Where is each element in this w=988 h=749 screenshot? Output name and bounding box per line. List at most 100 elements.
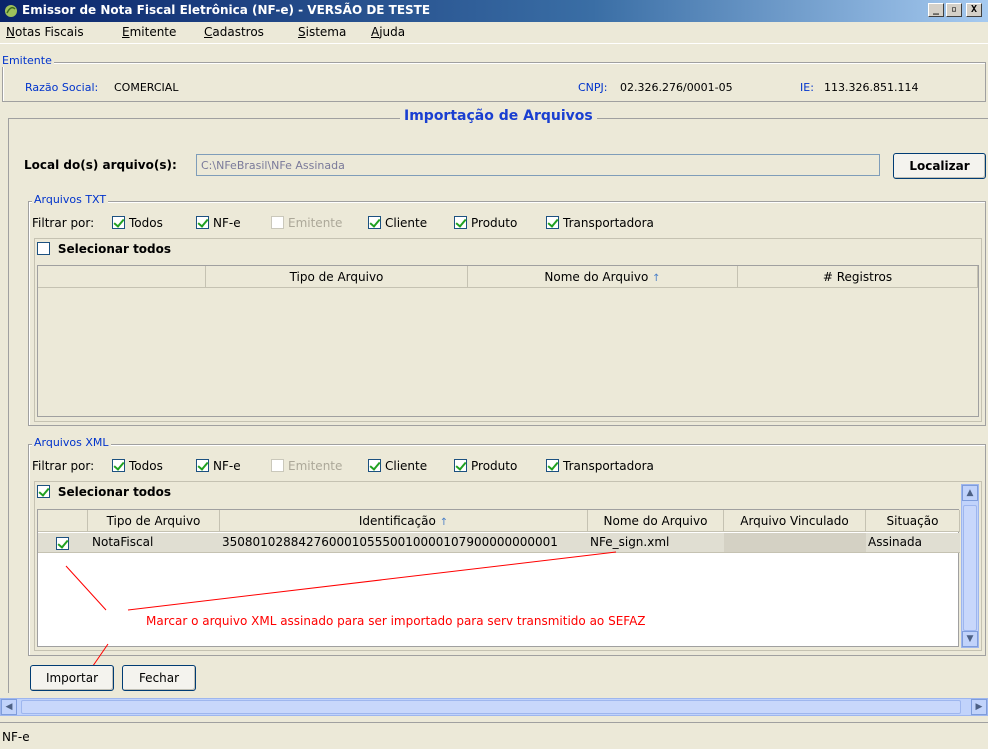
- horizontal-scrollbar[interactable]: ◀ ▶: [0, 698, 988, 716]
- maximize-button[interactable]: ▫: [946, 3, 962, 17]
- cnpj-value: 02.326.276/0001-05: [620, 81, 733, 94]
- xml-select-all-label: Selecionar todos: [57, 484, 172, 499]
- xml-col-tipo[interactable]: Tipo de Arquivo: [88, 510, 220, 532]
- menu-ajuda[interactable]: Ajuda: [371, 25, 405, 39]
- filter-label: Cliente: [385, 215, 428, 230]
- importar-button[interactable]: Importar: [30, 665, 114, 691]
- sort-arrow-up-icon: ↑: [439, 517, 449, 528]
- txt-filter-label: Filtrar por:: [32, 216, 95, 230]
- checkbox[interactable]: [454, 459, 467, 472]
- cnpj-label: CNPJ:: [578, 81, 608, 94]
- txt-col-check[interactable]: [38, 266, 206, 288]
- filter-label: Todos: [129, 215, 163, 230]
- xml-col-identificacao[interactable]: Identificação ↑: [220, 510, 588, 532]
- xml-filter-emitente: Emitente: [271, 458, 342, 473]
- menu-sistema[interactable]: Sistema: [298, 25, 346, 39]
- scroll-thumb[interactable]: [963, 505, 977, 631]
- checkbox[interactable]: [546, 459, 559, 472]
- filter-label: Cliente: [385, 458, 428, 473]
- txt-col-nome[interactable]: Nome do Arquivo ↑: [468, 266, 738, 288]
- xml-select-all-checkbox[interactable]: [37, 485, 50, 498]
- txt-filter-emitente: Emitente: [271, 215, 342, 230]
- xml-col-vinculado[interactable]: Arquivo Vinculado: [724, 510, 866, 532]
- localizar-button[interactable]: Localizar: [893, 153, 986, 179]
- scroll-left-icon[interactable]: ◀: [1, 699, 17, 715]
- xml-filter-cliente[interactable]: Cliente: [368, 458, 427, 473]
- txt-select-all-label: Selecionar todos: [57, 241, 172, 256]
- annotation-text: Marcar o arquivo XML assinado para ser i…: [146, 614, 646, 628]
- filter-label: NF-e: [213, 215, 241, 230]
- filter-label: Produto: [471, 215, 518, 230]
- menu-notas-fiscais[interactable]: Notas Fiscais: [6, 25, 84, 39]
- txt-filter-cliente[interactable]: Cliente: [368, 215, 427, 230]
- row-identificacao: 3508010288427600010555001000010790000000…: [222, 535, 558, 549]
- close-button[interactable]: X: [966, 3, 982, 17]
- ie-label: IE:: [800, 81, 814, 94]
- xml-col-check[interactable]: [38, 510, 88, 532]
- app-leaf-icon: [5, 5, 17, 17]
- xml-col-nome[interactable]: Nome do Arquivo: [588, 510, 724, 532]
- filter-label: Transportadora: [563, 215, 654, 230]
- xml-select-all[interactable]: Selecionar todos: [37, 484, 171, 499]
- txt-filter-todos[interactable]: Todos: [112, 215, 163, 230]
- row-tipo: NotaFiscal: [92, 535, 154, 549]
- checkbox[interactable]: [368, 459, 381, 472]
- xml-filter-nf-e[interactable]: NF-e: [196, 458, 241, 473]
- txt-filter-transportadora[interactable]: Transportadora: [546, 215, 654, 230]
- txt-select-all[interactable]: Selecionar todos: [37, 241, 171, 256]
- xml-filter-todos[interactable]: Todos: [112, 458, 163, 473]
- status-bar: NF-e: [0, 722, 988, 749]
- txt-filter-nf-e[interactable]: NF-e: [196, 215, 241, 230]
- xml-filter-label: Filtrar por:: [32, 459, 95, 473]
- razao-social-value: COMERCIAL: [114, 81, 179, 94]
- xml-col-situacao[interactable]: Situação: [866, 510, 960, 532]
- checkbox[interactable]: [112, 216, 125, 229]
- razao-social-label: Razão Social:: [25, 81, 99, 94]
- xml-filter-produto[interactable]: Produto: [454, 458, 517, 473]
- row-nome: NFe_sign.xml: [590, 535, 670, 549]
- checkbox[interactable]: [112, 459, 125, 472]
- filter-label: Emitente: [288, 458, 343, 473]
- menu-cadastros[interactable]: Cadastros: [204, 25, 264, 39]
- title-bar: Emissor de Nota Fiscal Eletrônica (NF-e)…: [0, 0, 988, 22]
- menu-emitente[interactable]: Emitente: [122, 25, 176, 39]
- menu-bar: Notas Fiscais Emitente Cadastros Sistema…: [0, 22, 988, 44]
- horizontal-scroll-thumb[interactable]: [21, 700, 961, 714]
- fechar-button[interactable]: Fechar: [122, 665, 196, 691]
- page-title: Importação de Arquivos: [400, 108, 597, 124]
- checkbox[interactable]: [454, 216, 467, 229]
- txt-table-container: Selecionar todos Tipo de Arquivo Nome do…: [34, 238, 982, 422]
- local-arquivos-input[interactable]: [196, 154, 880, 176]
- emitente-legend: Emitente: [0, 54, 54, 67]
- checkbox[interactable]: [196, 216, 209, 229]
- row-situacao: Assinada: [868, 535, 922, 549]
- filter-label: Produto: [471, 458, 518, 473]
- txt-col-tipo[interactable]: Tipo de Arquivo: [206, 266, 468, 288]
- row-vinculado-cell: [724, 533, 866, 552]
- row-checkbox[interactable]: [56, 537, 69, 550]
- table-row[interactable]: NotaFiscal 35080102884276000105550010000…: [38, 533, 960, 553]
- local-arquivos-label: Local do(s) arquivo(s):: [24, 158, 177, 172]
- checkbox[interactable]: [196, 459, 209, 472]
- xml-filter-transportadora[interactable]: Transportadora: [546, 458, 654, 473]
- checkbox: [271, 216, 284, 229]
- txt-filter-produto[interactable]: Produto: [454, 215, 517, 230]
- filter-label: Todos: [129, 458, 163, 473]
- checkbox[interactable]: [368, 216, 381, 229]
- txt-col-registros[interactable]: # Registros: [738, 266, 978, 288]
- checkbox[interactable]: [546, 216, 559, 229]
- filter-label: Emitente: [288, 215, 343, 230]
- txt-legend: Arquivos TXT: [32, 193, 109, 206]
- minimize-button[interactable]: _: [928, 3, 944, 17]
- filter-label: Transportadora: [563, 458, 654, 473]
- xml-vertical-scrollbar[interactable]: ▲ ▼: [961, 484, 979, 648]
- status-text: NF-e: [2, 730, 30, 744]
- window-title: Emissor de Nota Fiscal Eletrônica (NF-e)…: [22, 3, 431, 17]
- txt-table: Tipo de Arquivo Nome do Arquivo ↑ # Regi…: [37, 265, 979, 417]
- txt-select-all-checkbox[interactable]: [37, 242, 50, 255]
- ie-value: 113.326.851.114: [824, 81, 919, 94]
- scroll-down-icon[interactable]: ▼: [962, 631, 978, 647]
- scroll-right-icon[interactable]: ▶: [971, 699, 987, 715]
- sort-arrow-up-icon: ↑: [652, 273, 661, 284]
- scroll-up-icon[interactable]: ▲: [962, 485, 978, 501]
